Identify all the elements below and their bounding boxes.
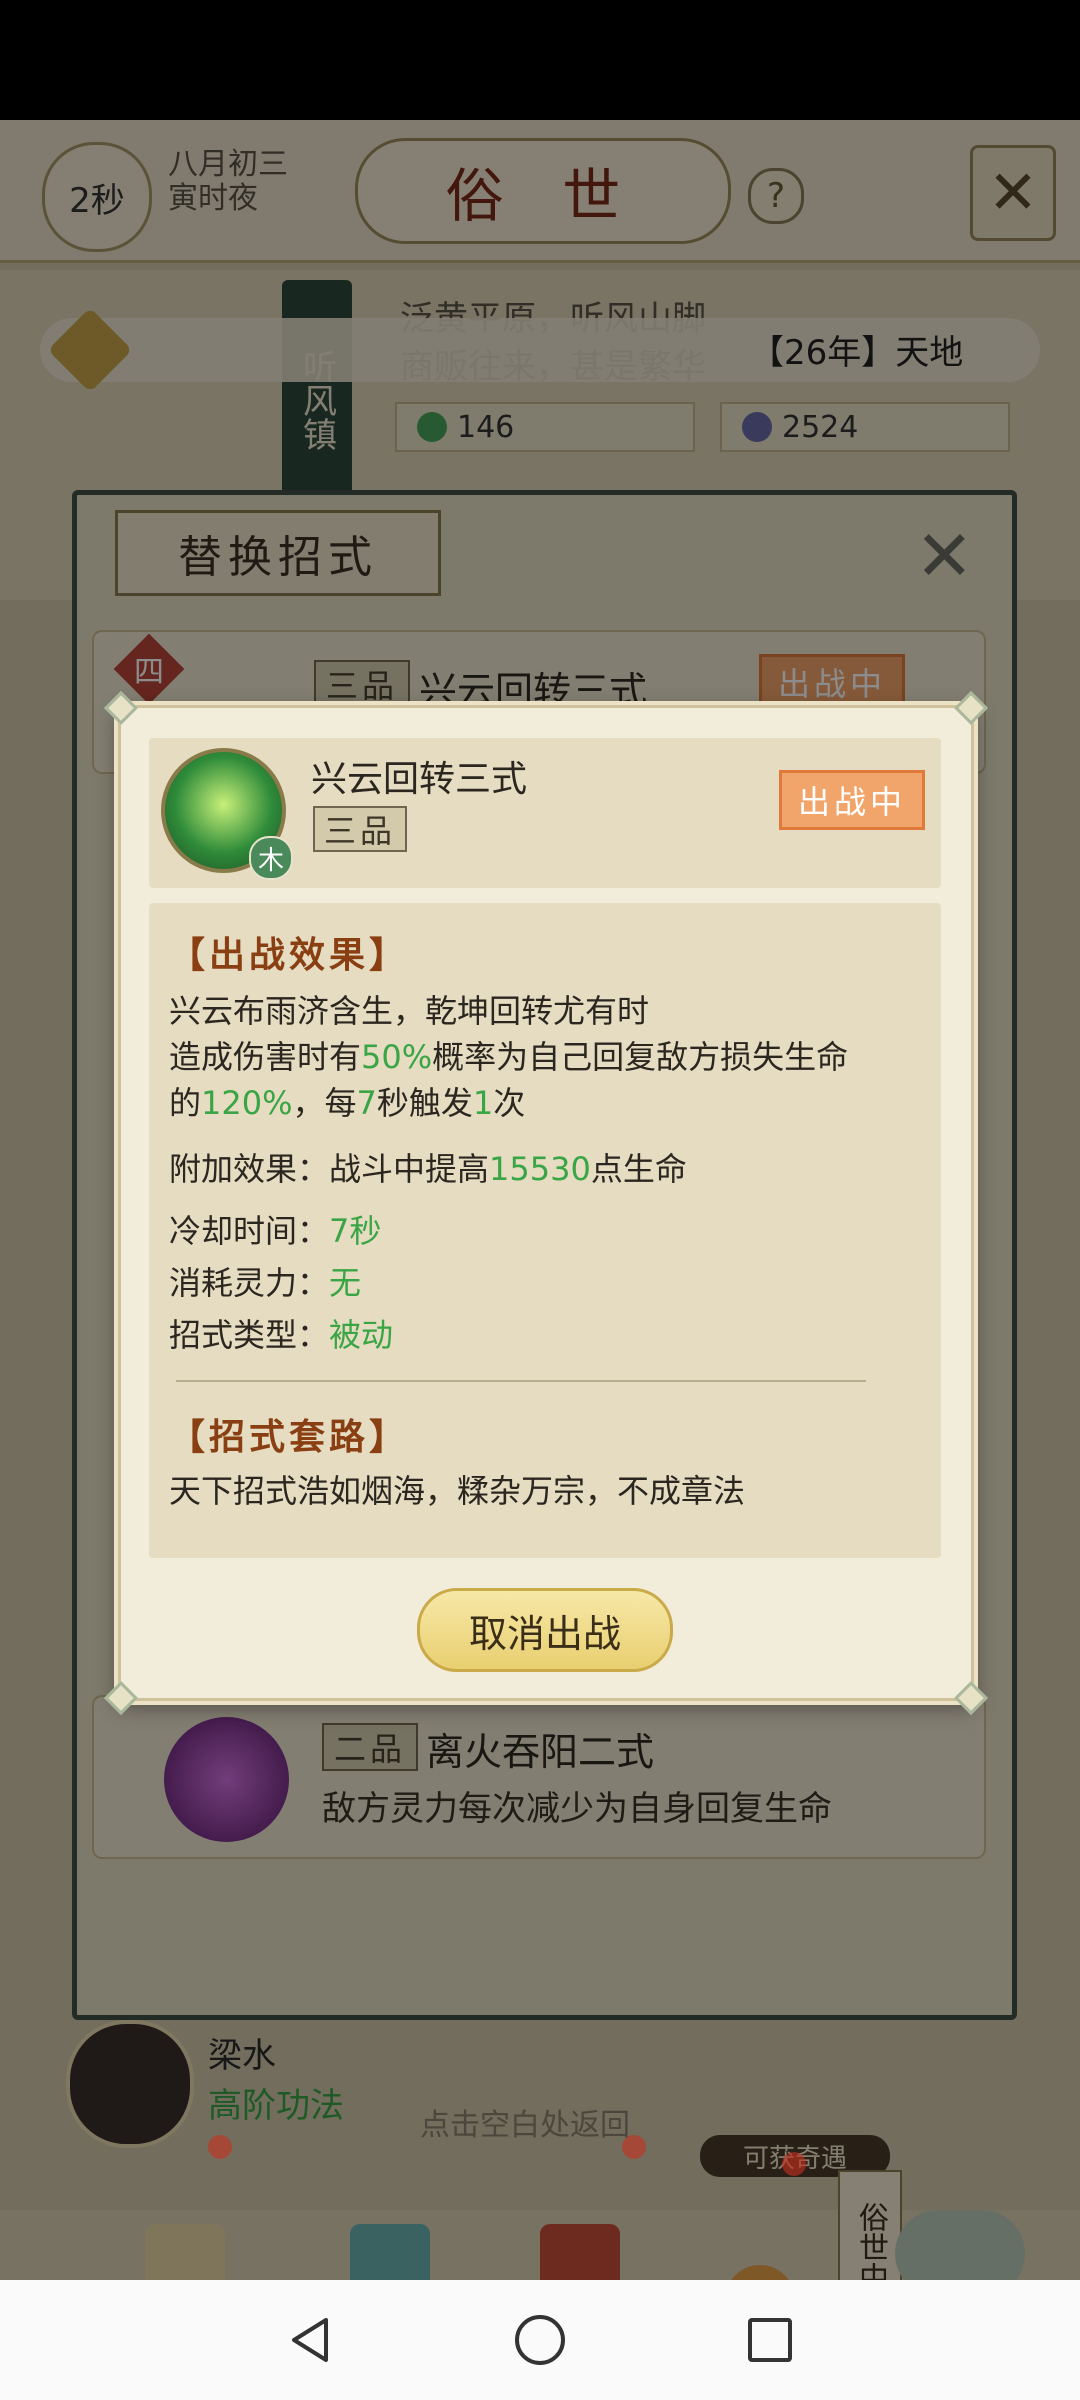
skill-name: 兴云回转三式 — [311, 759, 528, 800]
circle-home-icon[interactable] — [500, 2300, 580, 2380]
grade-tag: 三品 — [313, 806, 407, 852]
highlight-value: 被动 — [329, 1316, 394, 1354]
effect-line: 造成伤害时有50%概率为自己回复敌方损失生命 — [169, 1038, 849, 1076]
square-recents-icon[interactable] — [730, 2300, 810, 2380]
highlight-value: 15530 — [489, 1150, 591, 1188]
divider — [176, 1380, 866, 1382]
notification-dot — [208, 2135, 232, 2159]
highlight-value: 50% — [361, 1038, 433, 1076]
effect-line: 的120%，每7秒触发1次 — [169, 1084, 526, 1122]
notification-dot — [782, 2152, 806, 2176]
highlight-value: 无 — [329, 1264, 362, 1302]
highlight-value: 120% — [201, 1084, 293, 1122]
highlight-value: 7 — [356, 1084, 377, 1122]
extra-effect: 附加效果：战斗中提高15530点生命 — [169, 1150, 687, 1188]
notification-dot — [622, 2135, 646, 2159]
element-badge: 木 — [249, 836, 293, 880]
highlight-value: 7秒 — [329, 1212, 382, 1250]
highlight-value: 1 — [472, 1084, 494, 1122]
route-text: 天下招式浩如烟海，糅杂万宗，不成章法 — [169, 1472, 746, 1510]
effect-line: 兴云布雨济含生，乾坤回转尤有时 — [169, 992, 650, 1030]
active-badge: 出战中 — [779, 770, 925, 830]
effect-section-title: 【出战效果】 — [169, 934, 410, 976]
cancel-deploy-button[interactable]: 取消出战 — [417, 1588, 673, 1672]
cost-row: 消耗灵力：无 — [169, 1264, 362, 1302]
cooldown-row: 冷却时间：7秒 — [169, 1212, 382, 1250]
triangle-back-icon[interactable] — [270, 2300, 350, 2380]
effect-description: 兴云布雨济含生，乾坤回转尤有时 造成伤害时有50%概率为自己回复敌方损失生命 的… — [169, 988, 929, 1126]
route-section-title: 【招式套路】 — [169, 1416, 410, 1458]
type-row: 招式类型：被动 — [169, 1316, 394, 1354]
skill-detail-dialog: 木 兴云回转三式 三品 出战中 【出战效果】 兴云布雨济含生，乾坤回转尤有时 造… — [104, 691, 988, 1715]
